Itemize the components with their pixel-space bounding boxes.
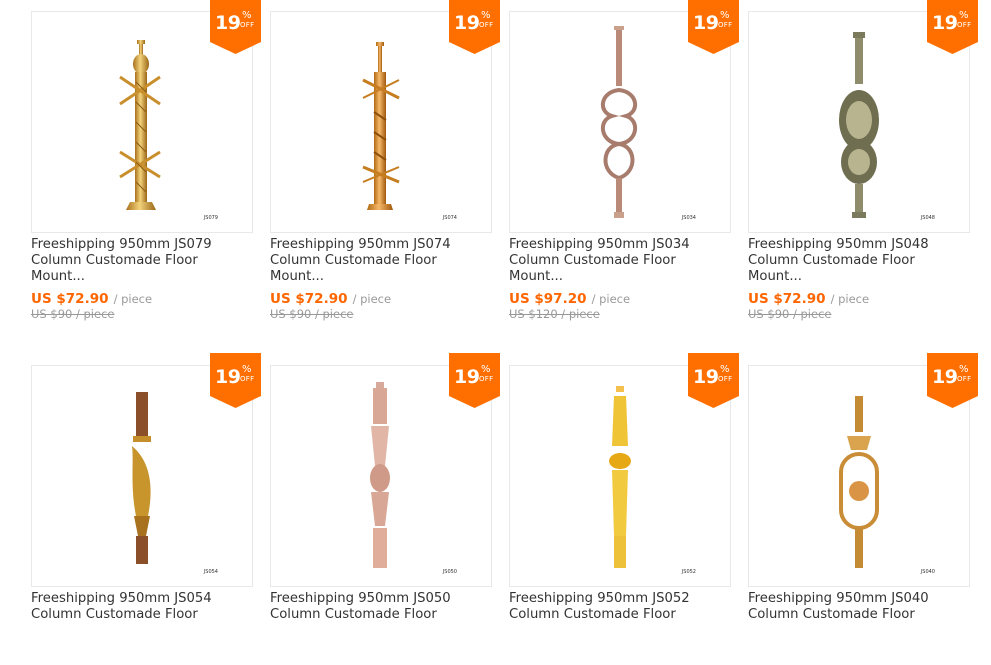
product-card[interactable]: JS048 19 % OFF Freeshipping 950mm JS048 … [748,0,978,321]
product-price: US $72.90 / piece [748,291,870,307]
product-card[interactable]: JS052 19 % OFF Freeshipping 950mm JS052 … [509,353,739,665]
product-title[interactable]: Freeshipping 950mm JS048 Column Customad… [748,237,970,285]
product-code: JS040 [920,569,935,575]
product-card[interactable]: JS050 19 % OFF Freeshipping 950mm JS050 … [270,353,500,665]
discount-badge: 19 % OFF [927,0,978,54]
product-code: JS048 [920,215,935,221]
product-card[interactable]: JS034 19 % OFF Freeshipping 950mm JS034 … [509,0,739,321]
product-title[interactable]: Freeshipping 950mm JS079 Column Customad… [31,237,253,285]
discount-badge: 19 % OFF [927,353,978,408]
discount-badge: 19 % OFF [449,0,500,54]
product-title[interactable]: Freeshipping 950mm JS040 Column Customad… [748,591,970,623]
product-card[interactable]: JS079 19 % OFF Freeshipping 950mm JS079 … [31,0,261,321]
product-price: US $97.20 / piece [509,291,631,307]
discount-badge: 19 % OFF [210,0,261,54]
product-title[interactable]: Freeshipping 950mm JS074 Column Customad… [270,237,492,285]
product-code: JS074 [442,215,457,221]
product-price: US $72.90 / piece [31,291,153,307]
product-code: JS050 [442,569,457,575]
product-code: JS052 [681,569,696,575]
product-price: US $72.90 / piece [270,291,392,307]
product-code: JS079 [203,215,218,221]
product-title[interactable]: Freeshipping 950mm JS054 Column Customad… [31,591,253,623]
product-code: JS034 [681,215,696,221]
product-grid: JS079 19 % OFF Freeshipping 950mm JS079 … [0,0,991,622]
product-title[interactable]: Freeshipping 950mm JS050 Column Customad… [270,591,492,623]
product-card[interactable]: JS040 19 % OFF Freeshipping 950mm JS040 … [748,353,978,665]
product-card[interactable]: JS074 19 % OFF Freeshipping 950mm JS074 … [270,0,500,321]
discount-badge: 19 % OFF [449,353,500,408]
discount-badge: 19 % OFF [688,0,739,54]
discount-badge: 19 % OFF [688,353,739,408]
original-price: US $90 / piece [270,307,354,321]
product-card[interactable]: JS054 19 % OFF Freeshipping 950mm JS054 … [31,353,261,665]
product-code: JS054 [203,569,218,575]
original-price: US $90 / piece [748,307,832,321]
product-title[interactable]: Freeshipping 950mm JS052 Column Customad… [509,591,731,623]
original-price: US $90 / piece [31,307,115,321]
original-price: US $120 / piece [509,307,600,321]
product-title[interactable]: Freeshipping 950mm JS034 Column Customad… [509,237,731,285]
discount-badge: 19 % OFF [210,353,261,408]
